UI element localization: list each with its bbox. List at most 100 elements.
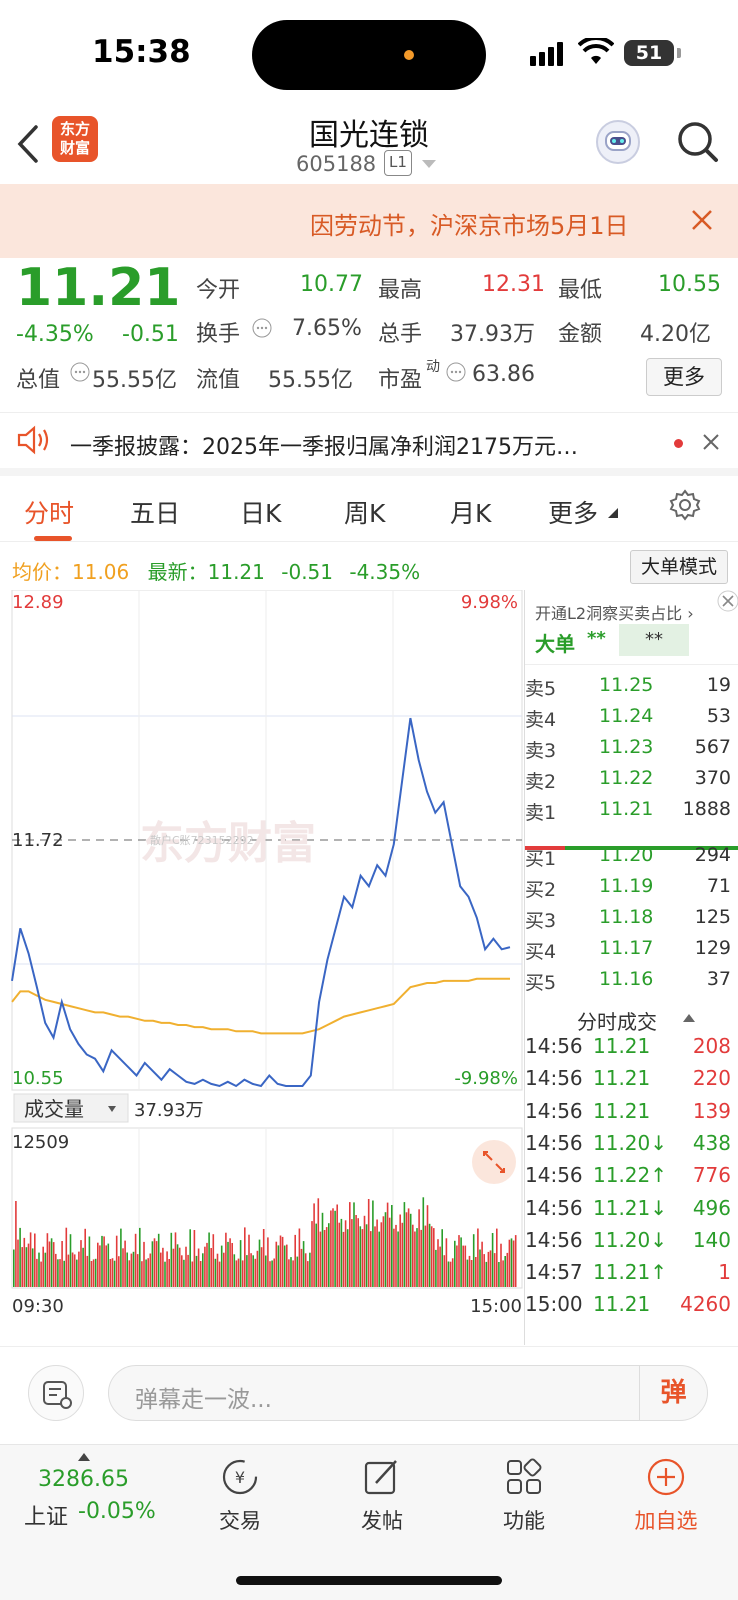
ai-assistant-icon[interactable] [596, 120, 640, 164]
notice-text: 因劳动节，沪深京市场5月1日 [310, 212, 629, 240]
holiday-notice-banner[interactable]: 因劳动节，沪深京市场5月1日 [0, 184, 738, 258]
volume-bar [160, 1252, 162, 1287]
volume-bar [288, 1259, 290, 1287]
expand-chart-button[interactable] [472, 1140, 516, 1184]
volume-bar [363, 1215, 366, 1287]
latest-label: 最新： [147, 560, 208, 584]
volume-bar [441, 1229, 443, 1287]
volume-bar [258, 1239, 261, 1287]
volume-bar [17, 1239, 19, 1287]
tab-more[interactable]: 更多 [548, 494, 598, 530]
volume-bar [418, 1209, 420, 1287]
ask-price: 11.24 [599, 705, 654, 727]
bid-qty: 129 [694, 937, 731, 959]
volume-bars [13, 1197, 517, 1287]
danmaku-input[interactable]: 弹幕走一波... 弹 [108, 1365, 708, 1421]
level-badge[interactable]: L1 [384, 150, 412, 176]
collapse-triangle-icon[interactable] [683, 1014, 695, 1022]
volume-bar [443, 1255, 446, 1287]
change-percent: -4.35% [16, 322, 94, 347]
search-icon[interactable] [676, 120, 720, 164]
stock-header: 东方 财富 国光连锁 605188 L1 [0, 110, 738, 184]
l2-promo-link[interactable]: 开通L2洞察买卖占比 › [535, 600, 694, 624]
order-book-panel: 开通L2洞察买卖占比 › 大单 ** ** 卖5 11.25 19 卖4 11.24 53… [524, 590, 738, 1345]
volume-bar [437, 1239, 439, 1287]
volume-bar [365, 1224, 368, 1287]
close-icon[interactable] [690, 208, 714, 232]
bid-qty: 294 [694, 844, 731, 866]
intraday-chart-area[interactable]: 东方财富 散户C账723152292 12.89 11.72 10.55 9.9… [0, 589, 524, 1345]
volume-bar [210, 1248, 212, 1287]
volume-bar [80, 1240, 82, 1287]
close-icon[interactable] [702, 433, 720, 451]
turnover-label: 换手 [196, 322, 241, 347]
intraday-chart-svg[interactable]: 东方财富 散户C账723152292 12.89 11.72 10.55 9.9… [0, 589, 524, 1345]
compose-icon[interactable] [362, 1457, 402, 1497]
news-ticker[interactable]: 一季报披露：2025年一季报归属净利润2175万元… [0, 412, 738, 476]
volume-bar [153, 1238, 156, 1287]
volume-bar [382, 1216, 385, 1287]
info-dots-icon[interactable] [446, 362, 466, 382]
grid-apps-icon[interactable] [504, 1457, 544, 1497]
volume-bar [115, 1235, 118, 1287]
trade-qty: 139 [692, 1098, 731, 1123]
volume-bar [464, 1245, 467, 1287]
volume-bar [50, 1238, 53, 1287]
volume-bar [147, 1258, 149, 1287]
trade-time: 14:56 [525, 1130, 583, 1155]
trade-icon[interactable]: ¥ [220, 1457, 260, 1497]
trade-qty: 776 [692, 1163, 731, 1188]
volume-bar [332, 1208, 334, 1287]
volume-bar [512, 1240, 515, 1287]
big-order-mode-button[interactable]: 大单模式 [630, 550, 728, 584]
nav-function[interactable]: 功能 [464, 1505, 584, 1535]
volume-bar [498, 1262, 500, 1287]
info-dots-icon[interactable] [70, 362, 90, 382]
big-order-sell: ** [619, 624, 689, 656]
trade-qty: 208 [692, 1034, 731, 1058]
tab-intraday[interactable]: 分时 [24, 494, 74, 530]
danmaku-toggle-button[interactable]: 弹 [639, 1366, 707, 1420]
volume-bar [277, 1245, 280, 1287]
bid-level-label: 买5 [525, 972, 557, 994]
info-dots-icon[interactable] [252, 318, 272, 338]
ask-price: 11.25 [599, 674, 654, 696]
volume-bar [84, 1228, 86, 1287]
volume-bar [164, 1261, 166, 1287]
volume-bar [344, 1220, 347, 1287]
expand-up-icon[interactable] [78, 1453, 90, 1461]
trades-title[interactable]: 分时成交 [577, 1006, 657, 1035]
volume-bar [477, 1228, 479, 1287]
dropdown-triangle-icon[interactable] [422, 160, 436, 170]
nav-trade[interactable]: 交易 [180, 1505, 300, 1535]
volume-bar [73, 1254, 76, 1287]
volume-bar [391, 1205, 393, 1287]
volume-bar [34, 1233, 36, 1287]
tab-weekly-k[interactable]: 周K [344, 494, 385, 530]
volume-bar [325, 1227, 328, 1287]
nav-post[interactable]: 发帖 [322, 1505, 442, 1535]
bid-qty: 71 [706, 875, 731, 897]
volume-bar [510, 1238, 513, 1287]
trade-qty: 140 [692, 1227, 731, 1252]
bid-level-label: 买1 [525, 848, 557, 870]
nav-add-watchlist[interactable]: 加自选 [606, 1505, 726, 1535]
tab-daily-k[interactable]: 日K [240, 494, 281, 530]
index-value[interactable]: 3286.65 [38, 1467, 129, 1492]
volume-bar [29, 1232, 32, 1287]
tab-5day[interactable]: 五日 [130, 494, 180, 530]
svg-text:¥: ¥ [235, 1468, 245, 1487]
add-watchlist-icon[interactable] [646, 1457, 686, 1497]
volume-bar [128, 1260, 131, 1287]
volume-bar [109, 1259, 112, 1287]
index-name[interactable]: 上证 [24, 1499, 68, 1531]
volume-bar [336, 1204, 338, 1287]
settings-gear-icon[interactable] [668, 488, 702, 522]
volume-bar [170, 1232, 173, 1287]
close-icon[interactable] [717, 590, 738, 612]
volume-bar [313, 1203, 315, 1287]
more-quote-button[interactable]: 更多 [646, 358, 722, 396]
comment-settings-icon[interactable] [28, 1365, 84, 1421]
tab-monthly-k[interactable]: 月K [450, 494, 491, 530]
bid-row: 买2 11.19 71 [525, 875, 738, 906]
